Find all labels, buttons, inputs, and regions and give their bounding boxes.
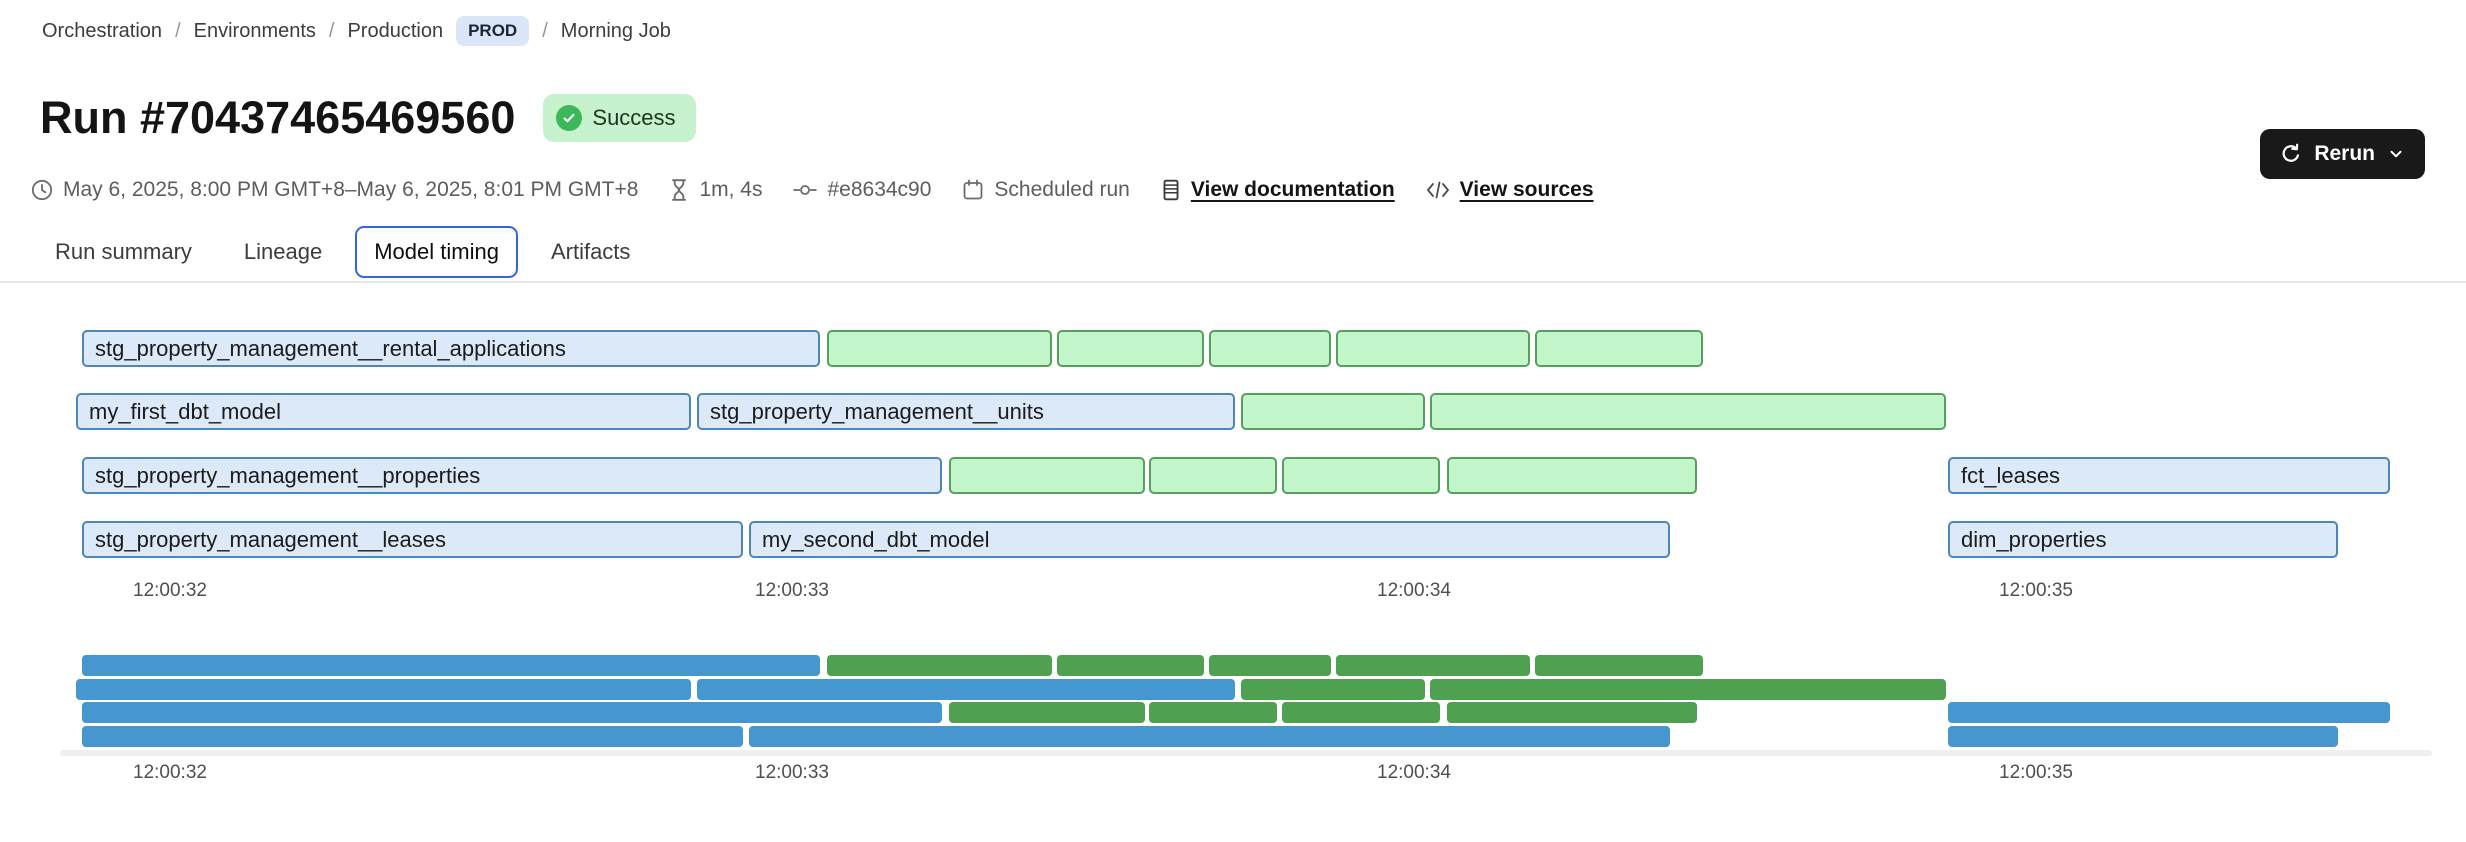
commit-icon: [792, 178, 818, 202]
axis-tick-label: 12:00:35: [1999, 580, 2073, 602]
rerun-label: Rerun: [2314, 142, 2375, 166]
run-trigger: Scheduled run: [961, 178, 1129, 202]
gantt-bar-fct_leases[interactable]: fct_leases: [1948, 457, 2390, 494]
status-badge: Success: [543, 94, 695, 142]
gantt-test-bar[interactable]: [1241, 393, 1425, 430]
title-row: Run #70437465469560 Success: [40, 92, 696, 144]
minimap-bar[interactable]: [1241, 679, 1425, 700]
minimap-bar[interactable]: [76, 679, 691, 700]
gantt-bar-stg_property_management__units[interactable]: stg_property_management__units: [697, 393, 1235, 430]
run-duration: 1m, 4s: [668, 178, 762, 202]
tab-artifacts[interactable]: Artifacts: [532, 226, 649, 278]
view-documentation-link[interactable]: View documentation: [1160, 178, 1395, 202]
gantt-test-bar[interactable]: [1535, 330, 1703, 367]
gantt-test-bar[interactable]: [1057, 330, 1204, 367]
breadcrumb-separator: /: [329, 20, 335, 43]
tab-lineage[interactable]: Lineage: [225, 226, 341, 278]
minimap-bar[interactable]: [827, 655, 1052, 676]
view-sources-link[interactable]: View sources: [1425, 178, 1594, 202]
minimap-bar[interactable]: [1430, 679, 1946, 700]
code-icon: [1425, 179, 1451, 201]
gantt-bar-my_second_dbt_model[interactable]: my_second_dbt_model: [749, 521, 1670, 558]
minimap-bar[interactable]: [82, 702, 942, 723]
run-tabs: Run summary Lineage Model timing Artifac…: [36, 226, 649, 278]
gantt-test-bar[interactable]: [1447, 457, 1697, 494]
minimap-bar[interactable]: [1535, 655, 1703, 676]
breadcrumb-production[interactable]: Production: [347, 20, 443, 43]
minimap-bar[interactable]: [1948, 702, 2390, 723]
breadcrumb-orchestration[interactable]: Orchestration: [42, 20, 162, 43]
minimap-bar[interactable]: [749, 726, 1670, 747]
gantt-bar-stg_property_management__rental_applications[interactable]: stg_property_management__rental_applicat…: [82, 330, 820, 367]
tab-run-summary[interactable]: Run summary: [36, 226, 211, 278]
status-label: Success: [592, 105, 675, 131]
minimap-bar[interactable]: [697, 679, 1235, 700]
minimap-bar[interactable]: [1057, 655, 1204, 676]
run-time-range: May 6, 2025, 8:00 PM GMT+8–May 6, 2025, …: [30, 178, 638, 202]
axis-tick-label: 12:00:32: [133, 580, 207, 602]
run-page: Orchestration / Environments / Productio…: [0, 0, 2466, 842]
breadcrumb-separator: /: [175, 20, 181, 43]
axis-tick-label: 12:00:33: [755, 762, 829, 784]
minimap-track: [60, 750, 2432, 756]
chevron-down-icon: [2387, 145, 2405, 163]
breadcrumb-environments[interactable]: Environments: [194, 20, 316, 43]
success-check-icon: [556, 105, 582, 131]
commit-sha: #e8634c90: [792, 178, 931, 202]
clock-icon: [30, 178, 54, 202]
tab-model-timing[interactable]: Model timing: [355, 226, 518, 278]
calendar-icon: [961, 178, 985, 202]
model-timing-chart: stg_property_management__rental_applicat…: [0, 282, 2466, 842]
breadcrumb-separator: /: [542, 20, 548, 43]
gantt-bar-my_first_dbt_model[interactable]: my_first_dbt_model: [76, 393, 691, 430]
hourglass-icon: [668, 178, 690, 202]
breadcrumb: Orchestration / Environments / Productio…: [42, 16, 671, 46]
gantt-test-bar[interactable]: [949, 457, 1145, 494]
rerun-button[interactable]: Rerun: [2260, 129, 2425, 179]
minimap-bar[interactable]: [1447, 702, 1697, 723]
axis-tick-label: 12:00:35: [1999, 762, 2073, 784]
breadcrumb-morning-job[interactable]: Morning Job: [561, 20, 671, 43]
gantt-test-bar[interactable]: [1149, 457, 1277, 494]
axis-tick-label: 12:00:34: [1377, 580, 1451, 602]
axis-tick-label: 12:00:33: [755, 580, 829, 602]
minimap-bar[interactable]: [82, 655, 820, 676]
minimap-bar[interactable]: [949, 702, 1145, 723]
minimap-bar[interactable]: [1282, 702, 1440, 723]
page-title: Run #70437465469560: [40, 92, 515, 144]
axis-tick-label: 12:00:32: [133, 762, 207, 784]
gantt-bar-stg_property_management__properties[interactable]: stg_property_management__properties: [82, 457, 942, 494]
gantt-test-bar[interactable]: [1336, 330, 1530, 367]
gantt-test-bar[interactable]: [1430, 393, 1946, 430]
minimap-bar[interactable]: [1948, 726, 2338, 747]
minimap-bar[interactable]: [1149, 702, 1277, 723]
gantt-test-bar[interactable]: [827, 330, 1052, 367]
minimap-bar[interactable]: [1336, 655, 1530, 676]
refresh-icon: [2280, 143, 2302, 165]
minimap-bar[interactable]: [1209, 655, 1331, 676]
gantt-test-bar[interactable]: [1282, 457, 1440, 494]
run-metadata: May 6, 2025, 8:00 PM GMT+8–May 6, 2025, …: [30, 178, 1594, 202]
gantt-bar-stg_property_management__leases[interactable]: stg_property_management__leases: [82, 521, 743, 558]
gantt-test-bar[interactable]: [1209, 330, 1331, 367]
gantt-bar-dim_properties[interactable]: dim_properties: [1948, 521, 2338, 558]
environment-badge: PROD: [456, 16, 529, 46]
minimap-bar[interactable]: [82, 726, 743, 747]
axis-tick-label: 12:00:34: [1377, 762, 1451, 784]
documentation-icon: [1160, 178, 1182, 202]
